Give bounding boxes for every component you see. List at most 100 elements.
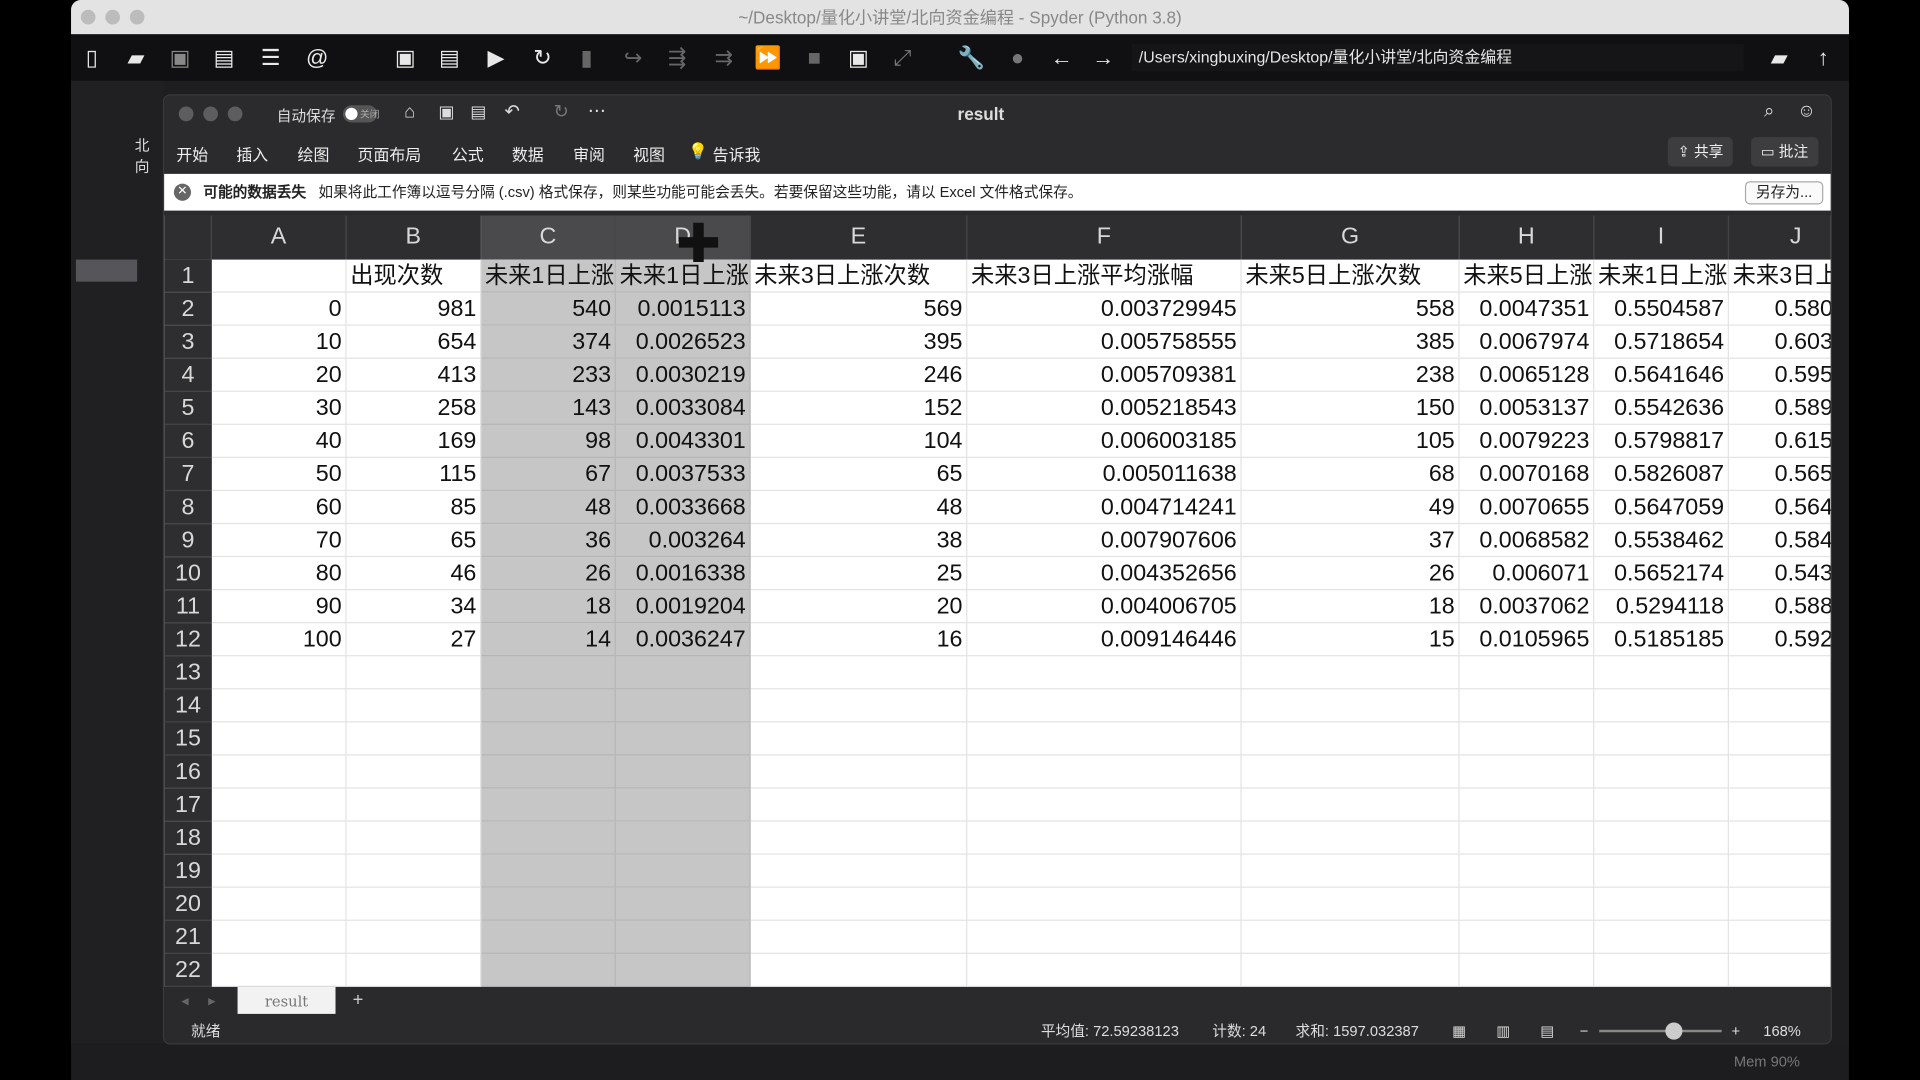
cell-C1[interactable]: 未来1日上涨次数	[481, 259, 616, 293]
column-header-A[interactable]: A	[211, 215, 347, 260]
cell-E14[interactable]	[750, 689, 968, 723]
cell-C20[interactable]	[481, 887, 616, 921]
cell-J14[interactable]	[1728, 689, 1831, 723]
save-as-icon[interactable]: ▤	[470, 102, 486, 123]
cell-D22[interactable]	[615, 953, 751, 987]
cell-J3[interactable]: 0.60397	[1728, 326, 1831, 359]
row-header-9[interactable]: 9	[164, 524, 212, 558]
cell-B3[interactable]: 654	[346, 325, 482, 359]
cell-F7[interactable]: 0.005011638	[967, 457, 1242, 492]
row-header-13[interactable]: 13	[164, 656, 212, 690]
stop-icon[interactable]: ■	[801, 44, 828, 71]
save-icon[interactable]: ▣	[438, 102, 454, 123]
cell-J12[interactable]: 0.59259	[1728, 623, 1831, 657]
tab-tell-me[interactable]: 告诉我	[713, 142, 761, 165]
save-all-icon[interactable]: ▤	[211, 44, 238, 71]
spreadsheet-grid[interactable]: ABCDEFGHIJ1出现次数未来1日上涨次数未来1日上涨平均涨幅未来3日上涨次…	[164, 215, 1831, 987]
cell-J8[interactable]: 0.56470	[1728, 491, 1831, 525]
share-button[interactable]: ⇪ 共享	[1667, 137, 1734, 167]
cell-I20[interactable]	[1594, 887, 1729, 921]
prev-sheet-icon[interactable]: ◂	[181, 992, 188, 1009]
cell-G3[interactable]: 385	[1241, 325, 1460, 359]
maximize-pane-icon[interactable]: ▣	[845, 44, 872, 71]
cell-C9[interactable]: 36	[481, 524, 616, 558]
cell-B5[interactable]: 258	[346, 391, 482, 425]
row-header-2[interactable]: 2	[164, 292, 212, 326]
cell-D20[interactable]	[615, 887, 751, 921]
cell-D7[interactable]: 0.0037533	[615, 457, 751, 492]
cell-B7[interactable]: 115	[346, 457, 482, 492]
row-header-22[interactable]: 22	[164, 953, 212, 987]
cell-G1[interactable]: 未来5日上涨次数	[1241, 259, 1460, 293]
cell-I21[interactable]	[1594, 920, 1729, 954]
forward-arrow-icon[interactable]: →	[1090, 44, 1117, 71]
cell-E13[interactable]	[750, 656, 968, 690]
tree-root-label[interactable]: 北向	[135, 135, 163, 177]
cell-C19[interactable]	[481, 854, 616, 888]
cell-G20[interactable]	[1241, 887, 1460, 921]
cell-A22[interactable]	[211, 953, 347, 987]
cell-C21[interactable]	[481, 920, 616, 954]
cell-A1[interactable]	[211, 259, 347, 293]
row-header-16[interactable]: 16	[164, 755, 212, 789]
cell-A20[interactable]	[211, 887, 347, 921]
back-arrow-icon[interactable]: ←	[1048, 44, 1075, 71]
cell-G8[interactable]: 49	[1241, 491, 1460, 525]
cell-B20[interactable]	[346, 887, 482, 921]
cell-F20[interactable]	[967, 887, 1242, 921]
cell-F2[interactable]: 0.003729945	[967, 292, 1242, 326]
cell-F4[interactable]: 0.005709381	[967, 358, 1242, 392]
cell-I17[interactable]	[1594, 788, 1729, 822]
cell-H4[interactable]: 0.0065128	[1459, 358, 1595, 392]
cell-B17[interactable]	[346, 788, 482, 822]
cell-F3[interactable]: 0.005758555	[967, 325, 1242, 359]
cell-H1[interactable]: 未来5日上涨平均涨幅	[1459, 259, 1595, 293]
cell-A11[interactable]: 90	[211, 590, 347, 624]
add-sheet-icon[interactable]: +	[353, 989, 364, 1010]
cell-H13[interactable]	[1459, 656, 1595, 690]
cell-A2[interactable]: 0	[211, 292, 347, 326]
column-header-I[interactable]: I	[1594, 215, 1729, 260]
continue-icon[interactable]: ⏩	[754, 44, 781, 71]
step-into-icon[interactable]: ⇶	[664, 44, 691, 71]
list-icon[interactable]: ☰	[257, 44, 284, 71]
tab-home[interactable]: 开始	[176, 142, 208, 165]
cell-G11[interactable]: 18	[1241, 590, 1460, 624]
cell-A10[interactable]: 80	[211, 557, 347, 591]
cell-E18[interactable]	[750, 821, 968, 855]
step-return-icon[interactable]: ⇉	[710, 44, 737, 71]
tab-view[interactable]: 视图	[633, 142, 665, 165]
cell-B13[interactable]	[346, 656, 482, 690]
cell-I16[interactable]	[1594, 755, 1729, 789]
cell-A17[interactable]	[211, 788, 347, 822]
cell-B15[interactable]	[346, 722, 482, 756]
cell-H2[interactable]: 0.0047351	[1459, 292, 1595, 326]
cell-C5[interactable]: 143	[481, 391, 616, 425]
cell-F16[interactable]	[967, 755, 1242, 789]
cell-D5[interactable]: 0.0033084	[615, 391, 751, 425]
row-header-8[interactable]: 8	[164, 491, 212, 525]
cell-J21[interactable]	[1728, 921, 1831, 954]
close-button[interactable]	[80, 9, 96, 25]
cell-I1[interactable]: 未来1日上涨概率	[1594, 259, 1729, 293]
cell-D13[interactable]	[615, 656, 751, 690]
cell-B12[interactable]: 27	[346, 623, 482, 657]
cell-G13[interactable]	[1241, 656, 1460, 690]
cell-C3[interactable]: 374	[481, 325, 616, 359]
cell-D19[interactable]	[615, 854, 751, 888]
page-layout-view-icon[interactable]: ▥	[1496, 1016, 1510, 1043]
cell-B4[interactable]: 413	[346, 358, 482, 392]
cell-D2[interactable]: 0.0015113	[615, 292, 751, 326]
cell-B6[interactable]: 169	[346, 424, 482, 458]
cell-I4[interactable]: 0.5641646	[1594, 358, 1729, 392]
cell-G14[interactable]	[1241, 689, 1460, 723]
cell-E11[interactable]: 20	[750, 590, 968, 624]
cell-D10[interactable]: 0.0016338	[615, 557, 751, 591]
cell-A19[interactable]	[211, 854, 347, 888]
cell-G22[interactable]	[1241, 953, 1460, 987]
cell-B2[interactable]: 981	[346, 292, 482, 326]
cell-A4[interactable]: 20	[211, 358, 347, 392]
cell-J17[interactable]	[1728, 789, 1831, 822]
cell-E10[interactable]: 25	[750, 557, 968, 591]
cell-H21[interactable]	[1459, 920, 1595, 954]
